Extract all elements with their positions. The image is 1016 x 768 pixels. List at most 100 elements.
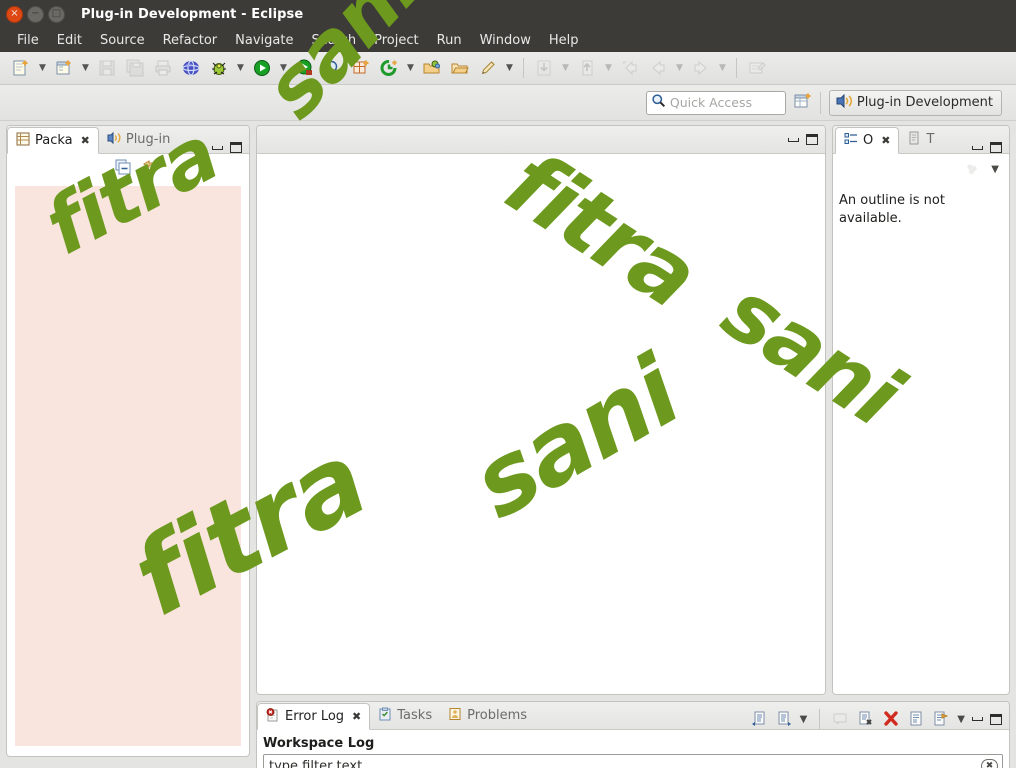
tab-error-log[interactable]: Error Log ✖ — [257, 703, 371, 730]
view-menu-chevron-icon[interactable]: ▼ — [957, 714, 965, 725]
package-explorer-tree[interactable] — [15, 186, 241, 746]
run-icon[interactable] — [249, 55, 275, 81]
close-icon[interactable]: ✖ — [81, 134, 90, 147]
restore-log-icon[interactable] — [932, 710, 950, 728]
new-log-icon[interactable] — [907, 710, 925, 728]
close-icon[interactable]: ✖ — [352, 710, 361, 723]
tab-plugin-view-label: Plug-in — [125, 132, 171, 147]
error-log-tabstrip: Error Log ✖ Tasks Problems ▼ ▼ — [257, 702, 1009, 730]
menu-help[interactable]: Help — [540, 31, 588, 50]
outline-view: O ✖ T ▼ An outline is not available. — [832, 125, 1010, 695]
tab-outline-label: O — [863, 133, 874, 148]
debug-icon[interactable] — [206, 55, 232, 81]
import-log-icon[interactable] — [775, 710, 793, 728]
menu-project[interactable]: Project — [365, 31, 427, 50]
close-window-button[interactable]: × — [6, 5, 23, 23]
error-log-toolbar-separator — [819, 709, 821, 729]
menu-file[interactable]: File — [8, 31, 48, 50]
tab-package-explorer[interactable]: Packa ✖ — [7, 127, 99, 154]
download-icon — [531, 55, 557, 81]
package-explorer-icon — [16, 132, 30, 150]
tasks-icon — [378, 707, 392, 725]
clear-log-icon[interactable] — [882, 710, 900, 728]
plugin-view-icon — [107, 131, 121, 149]
maximize-outline-button[interactable] — [990, 142, 1002, 153]
tab-outline[interactable]: O ✖ — [835, 127, 900, 154]
menu-edit[interactable]: Edit — [48, 31, 91, 50]
perspective-button-label: Plug-in Development — [856, 95, 993, 110]
delete-log-icon[interactable] — [857, 710, 875, 728]
menu-search[interactable]: Search — [302, 31, 365, 50]
toolbar-container: ▼ ▼ ▼ ▼ ▼ ▼ ▼ ▼ ▼ ▼ — [0, 52, 1016, 85]
focus-icon[interactable] — [963, 160, 981, 178]
back-icon — [645, 55, 671, 81]
close-icon[interactable]: ✖ — [881, 134, 890, 147]
tab-task-list[interactable]: T — [899, 126, 942, 153]
tab-tasks-label: Tasks — [397, 708, 433, 723]
maximize-errorlog-button[interactable] — [990, 713, 1002, 725]
coverage-icon[interactable] — [376, 55, 402, 81]
menu-navigate[interactable]: Navigate — [226, 31, 302, 50]
coverage-dropdown-arrow[interactable]: ▼ — [404, 56, 417, 80]
menu-run[interactable]: Run — [428, 31, 471, 50]
globe-icon[interactable] — [178, 55, 204, 81]
outline-icon — [844, 132, 858, 150]
import-dropdown-arrow[interactable]: ▼ — [800, 714, 808, 725]
back-dropdown-arrow: ▼ — [676, 63, 683, 73]
open-perspective-icon[interactable] — [794, 92, 812, 114]
quick-access-row: Quick Access Plug-in Development — [0, 85, 1016, 121]
clear-filter-icon[interactable]: ✖ — [981, 759, 998, 768]
menu-refactor[interactable]: Refactor — [154, 31, 227, 50]
link-with-editor-icon[interactable] — [139, 158, 157, 176]
tab-package-explorer-label: Packa — [35, 133, 73, 148]
maximize-view-button[interactable] — [230, 142, 242, 153]
menu-source[interactable]: Source — [91, 31, 154, 50]
plugin-perspective-icon — [836, 93, 852, 112]
export-log-icon[interactable] — [750, 710, 768, 728]
tab-problems-label: Problems — [467, 708, 528, 723]
open-task-icon[interactable] — [447, 55, 473, 81]
annotate-icon[interactable] — [475, 55, 501, 81]
view-menu-chevron-icon[interactable]: ▼ — [991, 164, 999, 175]
tab-plugin-view[interactable]: Plug-in — [99, 126, 178, 153]
main-toolbar: ▼ ▼ ▼ ▼ ▼ ▼ ▼ ▼ ▼ ▼ — [0, 52, 1016, 84]
maximize-editor-button[interactable] — [806, 134, 818, 145]
minimize-errorlog-button[interactable] — [972, 717, 983, 721]
toolbar-separator-1 — [523, 58, 524, 78]
debug-dropdown-arrow[interactable]: ▼ — [234, 56, 247, 80]
title-bar: × − □ Plug-in Development - Eclipse — [0, 0, 1016, 28]
new-plugin-project-icon[interactable] — [348, 55, 374, 81]
next-annotation-icon — [617, 55, 643, 81]
new-wizard-dropdown-arrow[interactable]: ▼ — [36, 56, 49, 80]
search-icon[interactable] — [320, 55, 346, 81]
quick-access-placeholder: Quick Access — [669, 95, 752, 110]
new-wizard-icon[interactable] — [8, 55, 34, 81]
tab-problems[interactable]: Problems — [440, 702, 535, 729]
eclipse-window: × − □ Plug-in Development - Eclipse File… — [0, 0, 1016, 768]
minimize-editor-button[interactable] — [788, 137, 799, 142]
error-log-icon — [266, 707, 280, 726]
annotate-dropdown-arrow[interactable]: ▼ — [503, 56, 516, 80]
search-icon — [651, 93, 666, 112]
menu-window[interactable]: Window — [471, 31, 540, 50]
run-dropdown-arrow[interactable]: ▼ — [277, 56, 290, 80]
error-log-toolbar: ▼ ▼ — [750, 709, 1009, 729]
filter-input[interactable]: type filter text ✖ — [263, 754, 1003, 768]
minimize-outline-button[interactable] — [972, 145, 983, 150]
quick-access-input[interactable]: Quick Access — [645, 90, 786, 115]
task-list-icon — [907, 131, 921, 149]
workspace-log-label: Workspace Log — [263, 736, 375, 751]
open-type-icon[interactable] — [419, 55, 445, 81]
package-explorer-tabstrip: Packa ✖ Plug-in — [7, 126, 249, 154]
run-external-tools-icon[interactable] — [292, 55, 318, 81]
new-java-project-icon[interactable] — [51, 55, 77, 81]
new-java-project-dropdown-arrow[interactable]: ▼ — [79, 56, 92, 80]
maximize-window-button[interactable]: □ — [48, 5, 65, 23]
minimize-window-button[interactable]: − — [27, 5, 44, 23]
minimize-view-button[interactable] — [212, 145, 223, 150]
collapse-all-icon[interactable] — [114, 158, 132, 176]
perspective-button-plugin-development[interactable]: Plug-in Development — [828, 89, 1002, 116]
editor-canvas[interactable] — [257, 154, 825, 694]
editor-area — [256, 125, 826, 695]
tab-tasks[interactable]: Tasks — [370, 702, 440, 729]
